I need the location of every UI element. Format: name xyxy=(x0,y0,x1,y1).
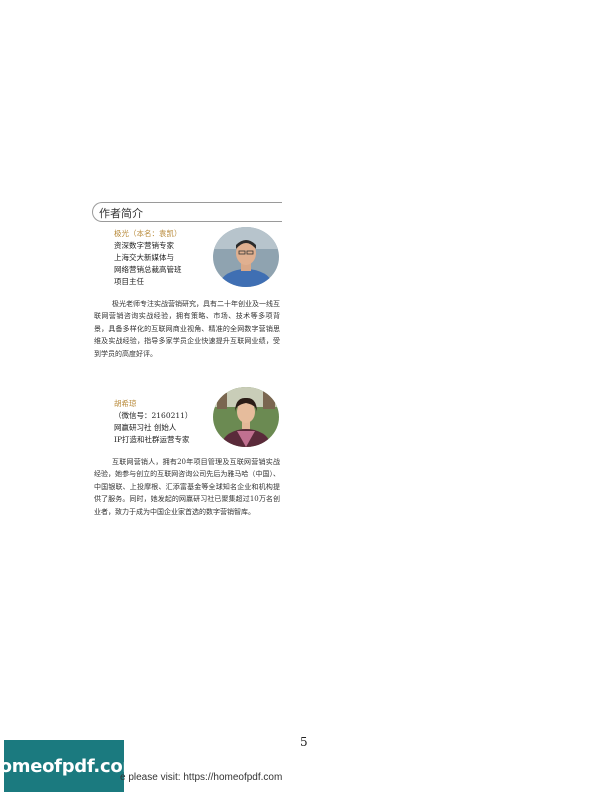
author-bio: 互联网营销人，拥有20年项目管理及互联网营销实战经验，她参与创立的互联网咨询公司… xyxy=(94,458,280,516)
site-logo-banner[interactable]: homeofpdf.com xyxy=(0,740,141,792)
author-photo-2 xyxy=(213,387,279,447)
page-number: 5 xyxy=(300,735,308,749)
section-header: 作者简介 xyxy=(92,202,282,222)
author-photo-1 xyxy=(213,227,279,287)
watermark-text[interactable]: e please visit: https://homeofpdf.com xyxy=(120,772,282,783)
author-bio: 极光老师专注实战营销研究，具有二十年创业及一线互联网营销咨询实战经验，拥有策略、… xyxy=(94,300,280,358)
section-title: 作者简介 xyxy=(99,207,143,220)
